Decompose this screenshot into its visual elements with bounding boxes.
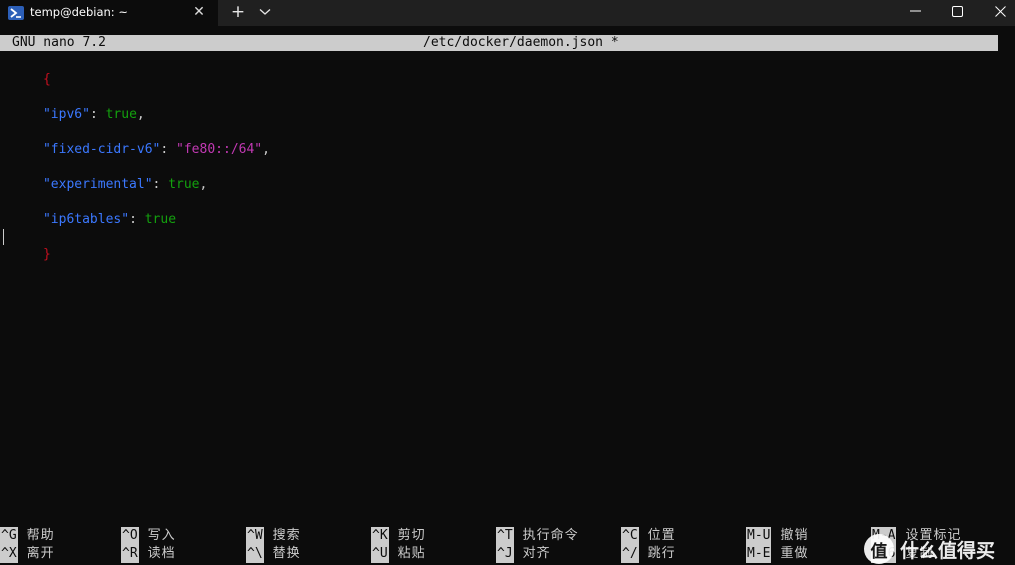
shortcut-key: M-E [746,545,772,563]
shortcut-redo[interactable]: M-E 重做 [746,545,809,563]
close-window-icon[interactable] [978,0,1015,22]
json-key: "ip6tables" [42,211,130,227]
editor-line: "ipv6": true, [0,88,145,122]
json-key: "fixed-cidr-v6" [42,141,161,157]
tab-temp-debian[interactable]: temp@debian: ~ ✕ [0,0,218,26]
shortcut-write[interactable]: ^O 写入 [121,527,176,545]
shortcut-execute[interactable]: ^T 执行命令 [496,527,579,545]
json-key: "experimental" [42,176,153,192]
shortcut-cut[interactable]: ^K 剪切 [371,527,426,545]
json-separator: : [160,141,177,157]
json-comma: , [136,106,145,122]
nano-version: GNU nano 7.2 [12,35,106,50]
shortcut-key: ^X [0,545,18,563]
editor-line: "ip6tables": true [0,193,176,227]
shortcut-label: 跳行 [647,546,676,561]
shortcut-key: ^T [496,527,514,545]
text-cursor [3,229,4,245]
editor-line: { [0,53,51,87]
watermark-text: 什么值得买 [900,539,996,562]
shortcut-key: M-U [746,527,772,545]
new-tab-icon[interactable]: + [228,2,248,22]
tab-close-icon[interactable]: ✕ [190,3,208,21]
json-value: true [105,106,137,122]
shortcut-label: 帮助 [26,528,55,543]
shortcut-label: 对齐 [522,546,551,561]
shortcut-goto-line[interactable]: ^/ 跳行 [621,545,676,563]
shortcut-key: ^W [246,527,264,545]
shortcut-key: ^K [371,527,389,545]
json-value: true [168,176,200,192]
shortcut-key: ^/ [621,545,639,563]
watermark: 值 什么值得买 [864,533,1014,565]
shortcut-label: 写入 [147,528,176,543]
shortcut-key: ^J [496,545,514,563]
json-separator: : [89,106,106,122]
shortcut-location[interactable]: ^C 位置 [621,527,676,545]
maximize-icon[interactable] [935,0,979,22]
open-brace: { [42,71,51,87]
json-comma: , [262,141,270,157]
shortcut-search[interactable]: ^W 搜索 [246,527,301,545]
editor-line: "fixed-cidr-v6": "fe80::/64", [0,123,270,157]
shortcut-read[interactable]: ^R 读档 [121,545,176,563]
shortcut-key: ^O [121,527,139,545]
shortcut-label: 重做 [780,546,809,561]
shortcut-label: 粘贴 [397,546,426,561]
shortcut-exit[interactable]: ^X 离开 [0,545,55,563]
json-key: "ipv6" [42,106,90,122]
powershell-icon [8,5,24,20]
watermark-logo: 值 [864,534,894,564]
shortcut-paste[interactable]: ^U 粘贴 [371,545,426,563]
minimize-icon[interactable] [893,0,937,22]
shortcut-key: ^\ [246,545,264,563]
shortcut-label: 撤销 [780,528,809,543]
shortcut-key: ^C [621,527,639,545]
shortcut-undo[interactable]: M-U 撤销 [746,527,809,545]
tab-title: temp@debian: ~ [30,5,128,19]
editor-area[interactable]: { "ipv6": true, "fixed-cidr-v6": "fe80::… [0,53,1015,523]
editor-line: } [0,228,51,262]
json-value: "fe80::/64" [176,141,263,157]
json-separator: : [152,176,169,192]
shortcut-label: 搜索 [272,528,301,543]
shortcut-label: 执行命令 [522,528,579,543]
shortcut-help[interactable]: ^G 帮助 [0,527,55,545]
title-bar: temp@debian: ~ ✕ + [0,0,1015,26]
json-comma: , [199,176,208,192]
shortcut-replace[interactable]: ^\ 替换 [246,545,301,563]
shortcut-key: ^R [121,545,139,563]
shortcut-justify[interactable]: ^J 对齐 [496,545,551,563]
shortcut-label: 剪切 [397,528,426,543]
json-separator: : [129,211,145,227]
shortcut-label: 读档 [147,546,176,561]
shortcut-key: ^U [371,545,389,563]
shortcut-key: ^G [0,527,18,545]
close-brace: } [42,246,51,262]
shortcut-label: 离开 [26,546,55,561]
terminal-window: temp@debian: ~ ✕ + GNU nano 7.2 /etc/doc… [0,0,1015,565]
shortcut-label: 位置 [647,528,676,543]
editor-line: "experimental": true, [0,158,207,192]
chevron-down-icon[interactable] [256,3,274,21]
shortcut-label: 替换 [272,546,301,561]
json-value: true [144,211,177,227]
shortcut-bar: ^G 帮助 ^X 离开 ^O 写入 ^R 读档 ^W 搜索 ^\ 替换 ^K 剪切 ^U 粘贴 … [0,527,1015,565]
nano-header-bar: GNU nano 7.2 /etc/docker/daemon.json * [0,35,998,51]
nano-filename: /etc/docker/daemon.json * [423,35,619,50]
